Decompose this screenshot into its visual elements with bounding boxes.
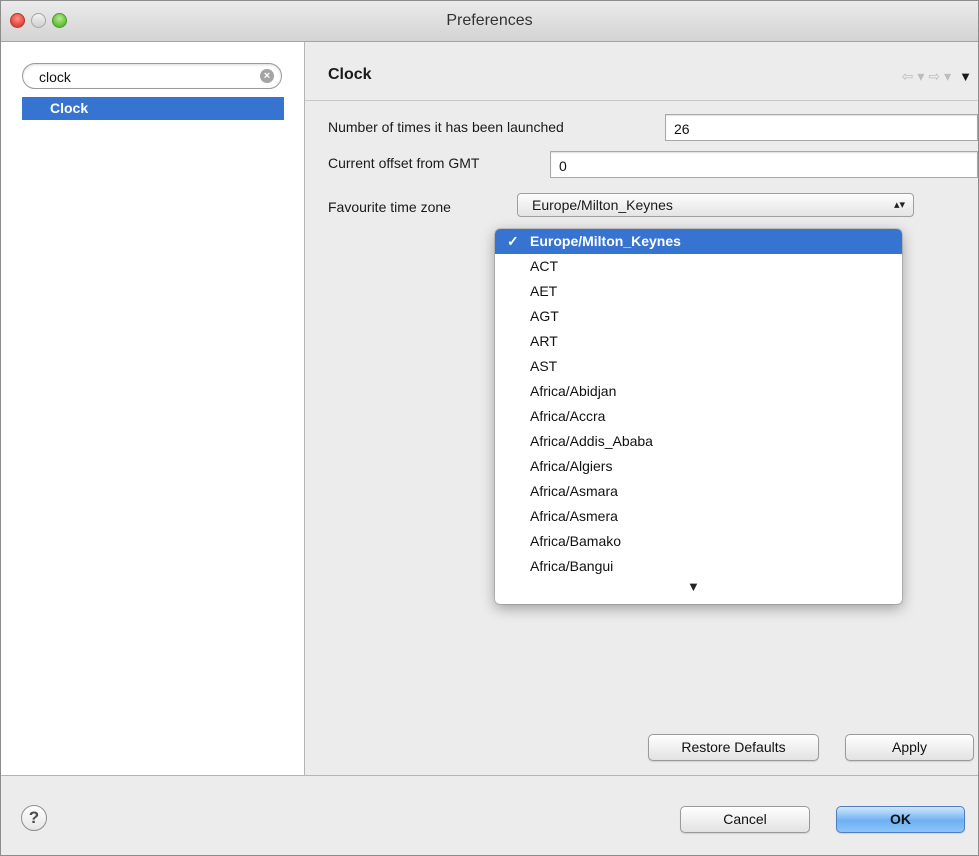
- preferences-sidebar: × Clock: [1, 42, 305, 775]
- window-title: Preferences: [446, 12, 533, 29]
- timezone-selected-value: Europe/Milton_Keynes: [532, 197, 673, 213]
- dropdown-option[interactable]: ART: [495, 329, 902, 354]
- dropdown-option[interactable]: Africa/Abidjan: [495, 379, 902, 404]
- forward-dropdown-icon[interactable]: ▾: [944, 68, 951, 85]
- dropdown-option-selected[interactable]: ✓ Europe/Milton_Keynes: [495, 229, 902, 254]
- title-bar: Preferences: [1, 1, 978, 42]
- filter-input[interactable]: [37, 67, 261, 87]
- gmt-offset-field[interactable]: [550, 151, 978, 178]
- option-label: Europe/Milton_Keynes: [530, 233, 681, 249]
- dropdown-option[interactable]: AGT: [495, 304, 902, 329]
- cancel-button[interactable]: Cancel: [680, 806, 810, 833]
- launch-count-label: Number of times it has been launched: [328, 119, 564, 135]
- back-dropdown-icon[interactable]: ▾: [917, 68, 924, 85]
- forward-arrow-icon[interactable]: ⇨: [928, 68, 940, 85]
- view-menu-icon[interactable]: ▼: [959, 69, 972, 84]
- filter-search-box[interactable]: ×: [22, 63, 282, 89]
- select-arrows-icon: ▴▾: [893, 199, 905, 211]
- title-separator: [305, 100, 978, 101]
- help-icon[interactable]: ?: [21, 805, 47, 831]
- launch-count-input[interactable]: [666, 115, 977, 140]
- back-arrow-icon[interactable]: ⇦: [902, 68, 914, 85]
- timezone-label: Favourite time zone: [328, 199, 451, 215]
- dropdown-option[interactable]: AET: [495, 279, 902, 304]
- dropdown-option[interactable]: Africa/Asmara: [495, 479, 902, 504]
- restore-defaults-button[interactable]: Restore Defaults: [648, 734, 819, 761]
- gmt-offset-input[interactable]: [551, 152, 977, 177]
- clear-icon[interactable]: ×: [260, 69, 274, 83]
- dialog-footer: ? Cancel OK: [1, 775, 978, 855]
- preferences-window: Preferences × Clock Clock ⇦ ▾ ⇨ ▾ ▼ Numb…: [0, 0, 979, 856]
- page-title: Clock: [328, 66, 372, 83]
- checkmark-icon: ✓: [507, 233, 519, 249]
- scroll-down-icon[interactable]: ▼: [687, 579, 700, 594]
- dropdown-option[interactable]: Africa/Bangui: [495, 554, 902, 579]
- dropdown-option[interactable]: Africa/Bamako: [495, 529, 902, 554]
- dropdown-option[interactable]: Africa/Accra: [495, 404, 902, 429]
- dropdown-option[interactable]: Africa/Addis_Ababa: [495, 429, 902, 454]
- dropdown-option[interactable]: ACT: [495, 254, 902, 279]
- sidebar-item-clock[interactable]: Clock: [22, 97, 284, 120]
- timezone-select[interactable]: Europe/Milton_Keynes ▴▾: [517, 193, 914, 217]
- launch-count-field[interactable]: [665, 114, 978, 141]
- ok-button[interactable]: OK: [836, 806, 965, 833]
- timezone-dropdown-list: ✓ Europe/Milton_Keynes ACT AET AGT ART A…: [495, 229, 902, 604]
- dropdown-option[interactable]: Africa/Asmera: [495, 504, 902, 529]
- dropdown-option[interactable]: Africa/Algiers: [495, 454, 902, 479]
- page-navigation: ⇦ ▾ ⇨ ▾ ▼: [902, 68, 972, 84]
- dropdown-option[interactable]: AST: [495, 354, 902, 379]
- apply-button[interactable]: Apply: [845, 734, 974, 761]
- gmt-offset-label: Current offset from GMT: [328, 155, 480, 171]
